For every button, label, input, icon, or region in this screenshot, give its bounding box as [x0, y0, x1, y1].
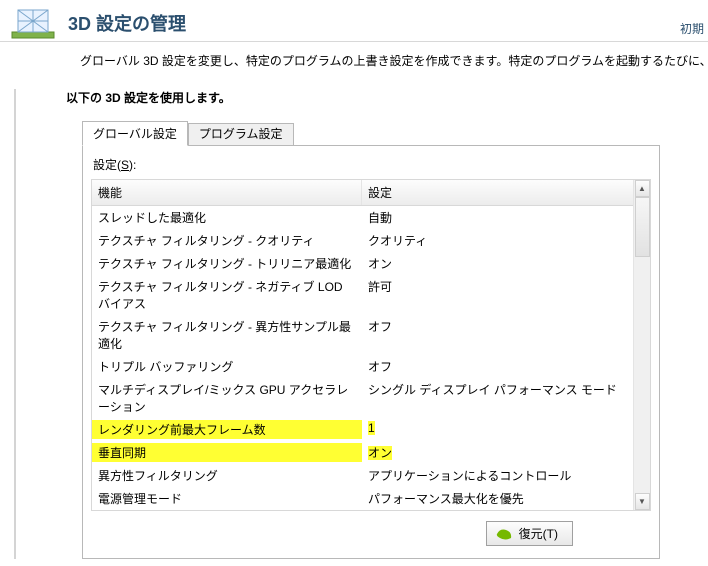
- section-label: 以下の 3D 設定を使用します。: [16, 89, 708, 106]
- cell-feature: テクスチャ フィルタリング - トリリニア最適化: [92, 254, 362, 273]
- table-row[interactable]: テクスチャ フィルタリング - ネガティブ LOD バイアス許可: [92, 275, 650, 315]
- tab-global-settings[interactable]: グローバル設定: [82, 121, 188, 146]
- restore-button[interactable]: 復元(T): [486, 521, 573, 546]
- cell-feature: レンダリング前最大フレーム数: [92, 420, 362, 439]
- cell-setting: オフ: [362, 317, 650, 353]
- footer-buttons: 復元(T): [91, 511, 651, 546]
- cell-feature: スレッドした最適化: [92, 208, 362, 227]
- cell-feature: 電源管理モード: [92, 489, 362, 508]
- table-body: スレッドした最適化自動テクスチャ フィルタリング - クオリティクオリティテクス…: [92, 206, 650, 510]
- tabs: グローバル設定 プログラム設定: [82, 121, 666, 146]
- scroll-thumb[interactable]: [635, 197, 650, 257]
- col-header-setting[interactable]: 設定: [362, 180, 650, 205]
- table-row[interactable]: トリプル バッファリングオフ: [92, 355, 650, 378]
- scroll-down-button[interactable]: ▼: [635, 493, 650, 510]
- cell-setting: クオリティ: [362, 231, 650, 250]
- settings-table: 機能 設定 スレッドした最適化自動テクスチャ フィルタリング - クオリティクオ…: [91, 179, 651, 511]
- table-row[interactable]: テクスチャ フィルタリング - クオリティクオリティ: [92, 229, 650, 252]
- cell-setting: 許可: [362, 277, 650, 313]
- cell-setting: 1: [362, 420, 650, 439]
- scroll-up-button[interactable]: ▲: [635, 180, 650, 197]
- settings-pane: 設定(S): 機能 設定 スレッドした最適化自動テクスチャ フィルタリング - …: [82, 145, 660, 559]
- table-row[interactable]: 異方性フィルタリングアプリケーションによるコントロール: [92, 464, 650, 487]
- cell-setting: アプリケーションによるコントロール: [362, 466, 650, 485]
- restore-defaults-link[interactable]: 初期: [680, 20, 704, 37]
- page-title: 3D 設定の管理: [68, 10, 700, 36]
- col-header-feature[interactable]: 機能: [92, 180, 362, 205]
- restore-button-label: 復元(T): [519, 525, 558, 542]
- nvidia-3d-icon: [8, 5, 58, 41]
- table-header: 機能 設定: [92, 180, 650, 206]
- table-row[interactable]: レンダリング前最大フレーム数1: [92, 418, 650, 441]
- table-row[interactable]: テクスチャ フィルタリング - トリリニア最適化オン: [92, 252, 650, 275]
- cell-setting: シングル ディスプレイ パフォーマンス モード: [362, 380, 650, 416]
- page-description: グローバル 3D 設定を変更し、特定のプログラムの上書き設定を作成できます。特定…: [0, 42, 708, 69]
- table-row[interactable]: 電源管理モードパフォーマンス最大化を優先: [92, 487, 650, 510]
- cell-setting: 自動: [362, 208, 650, 227]
- nvidia-logo-icon: [495, 527, 513, 541]
- tab-program-settings[interactable]: プログラム設定: [188, 123, 294, 146]
- cell-setting: オン: [362, 443, 650, 462]
- table-row[interactable]: 垂直同期オン: [92, 441, 650, 464]
- table-row[interactable]: テクスチャ フィルタリング - 異方性サンプル最適化オフ: [92, 315, 650, 355]
- table-row[interactable]: スレッドした最適化自動: [92, 206, 650, 229]
- cell-feature: トリプル バッファリング: [92, 357, 362, 376]
- cell-feature: テクスチャ フィルタリング - クオリティ: [92, 231, 362, 250]
- cell-setting: パフォーマンス最大化を優先: [362, 489, 650, 508]
- cell-feature: テクスチャ フィルタリング - 異方性サンプル最適化: [92, 317, 362, 353]
- main-content: 以下の 3D 設定を使用します。 グローバル設定 プログラム設定 設定(S): …: [14, 89, 708, 559]
- cell-setting: オン: [362, 254, 650, 273]
- cell-feature: マルチディスプレイ/ミックス GPU アクセラレーション: [92, 380, 362, 416]
- cell-feature: 異方性フィルタリング: [92, 466, 362, 485]
- cell-feature: テクスチャ フィルタリング - ネガティブ LOD バイアス: [92, 277, 362, 313]
- table-row[interactable]: マルチディスプレイ/ミックス GPU アクセラレーションシングル ディスプレイ …: [92, 378, 650, 418]
- cell-setting: オフ: [362, 357, 650, 376]
- vertical-scrollbar[interactable]: ▲ ▼: [633, 180, 650, 510]
- settings-caption: 設定(S):: [93, 156, 651, 173]
- header: 3D 設定の管理 初期: [0, 0, 708, 42]
- cell-feature: 垂直同期: [92, 443, 362, 462]
